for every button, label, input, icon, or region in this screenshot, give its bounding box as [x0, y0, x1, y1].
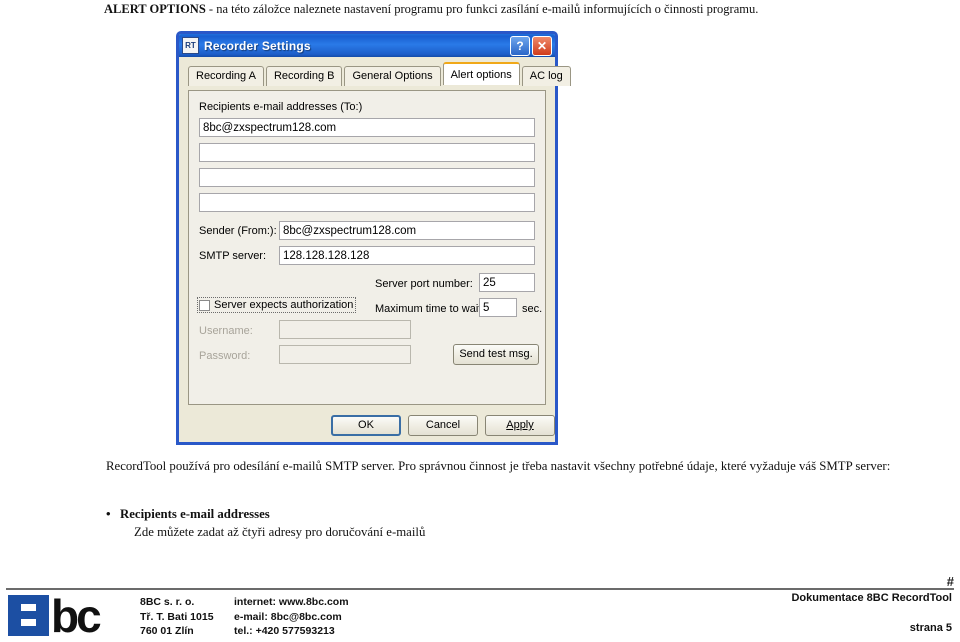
recorder-settings-dialog: RT Recorder Settings ? ✕ Recording A Rec…	[176, 31, 571, 445]
titlebar-buttons: ? ✕	[510, 36, 552, 56]
recipients-label: Recipients e-mail addresses (To:)	[199, 101, 363, 113]
alert-options-panel: Recipients e-mail addresses (To:) Sender…	[188, 90, 546, 405]
logo-wordmark: bc	[51, 589, 102, 642]
body-paragraph: RecordTool používá pro odesílání e-mailů…	[106, 459, 891, 473]
smtp-server-label: SMTP server:	[199, 250, 267, 262]
company-address: 8BC s. r. o. Tř. T. Bati 1015 760 01 Zlí…	[140, 595, 214, 639]
intro-paragraph: ALERT OPTIONS - na této záložce naleznet…	[104, 2, 924, 17]
sender-label: Sender (From:):	[199, 225, 277, 237]
cancel-button[interactable]: Cancel	[408, 415, 478, 436]
sender-input[interactable]	[279, 221, 535, 240]
dialog-title: Recorder Settings	[204, 38, 311, 53]
app-icon: RT	[182, 37, 199, 54]
server-port-label: Server port number:	[375, 278, 473, 290]
recipient-email-input-2[interactable]	[199, 143, 535, 162]
close-icon[interactable]: ✕	[532, 36, 552, 56]
page-number: strana 5	[909, 622, 952, 634]
max-wait-label: Maximum time to wait:	[375, 303, 485, 315]
bullet-description: Zde můžete zadat až čtyři adresy pro dor…	[134, 525, 426, 539]
company-logo: bc	[8, 589, 136, 642]
contact-email: e-mail: 8bc@8bc.com	[234, 610, 342, 623]
recipient-email-input-3[interactable]	[199, 168, 535, 187]
tab-general-options[interactable]: General Options	[344, 66, 441, 86]
tab-alert-options[interactable]: Alert options	[442, 62, 520, 85]
max-wait-unit: sec.	[522, 303, 543, 315]
company-contact: internet: www.8bc.com e-mail: 8bc@8bc.co…	[234, 595, 349, 639]
tab-recording-b[interactable]: Recording B	[265, 66, 343, 86]
server-auth-label: Server expects authorization	[214, 299, 354, 311]
apply-button[interactable]: Apply	[485, 415, 555, 436]
document-title: Dokumentace 8BC RecordTool	[791, 592, 952, 604]
company-name: 8BC s. r. o.	[140, 596, 195, 608]
server-auth-checkbox[interactable]	[199, 299, 210, 311]
bullet-list: Recipients e-mail addresses Zde můžete z…	[106, 505, 806, 541]
server-port-input[interactable]	[479, 273, 535, 292]
password-input[interactable]	[279, 345, 411, 364]
bullet-title: Recipients e-mail addresses	[106, 505, 806, 523]
hash-marker: #	[946, 574, 954, 589]
help-icon[interactable]: ?	[510, 36, 530, 56]
send-test-message-button[interactable]: Send test msg.	[453, 344, 539, 365]
password-label: Password:	[199, 350, 251, 362]
company-street: Tř. T. Bati 1015	[140, 610, 214, 623]
recipient-email-input-1[interactable]	[199, 118, 535, 137]
apply-button-label: Apply	[506, 419, 534, 431]
intro-lead: ALERT OPTIONS	[104, 2, 206, 16]
dialog-titlebar[interactable]: RT Recorder Settings ? ✕	[179, 34, 555, 57]
contact-tel: tel.: +420 577593213	[234, 625, 335, 637]
tab-strip: Recording A Recording B General Options …	[179, 57, 571, 86]
server-auth-checkbox-row[interactable]: Server expects authorization	[197, 297, 357, 313]
max-wait-input[interactable]	[479, 298, 517, 317]
ok-button[interactable]: OK	[331, 415, 401, 436]
tab-recording-a[interactable]: Recording A	[188, 66, 264, 86]
contact-internet: internet: www.8bc.com	[234, 596, 349, 608]
company-city: 760 01 Zlín	[140, 625, 194, 637]
recipient-email-input-4[interactable]	[199, 193, 535, 212]
logo-mark-icon	[8, 595, 49, 636]
username-input[interactable]	[279, 320, 411, 339]
tab-ac-log[interactable]: AC log	[521, 66, 571, 86]
footer-divider	[6, 588, 954, 590]
username-label: Username:	[199, 325, 253, 337]
intro-rest: - na této záložce naleznete nastavení pr…	[205, 2, 759, 16]
smtp-server-input[interactable]	[279, 246, 535, 265]
